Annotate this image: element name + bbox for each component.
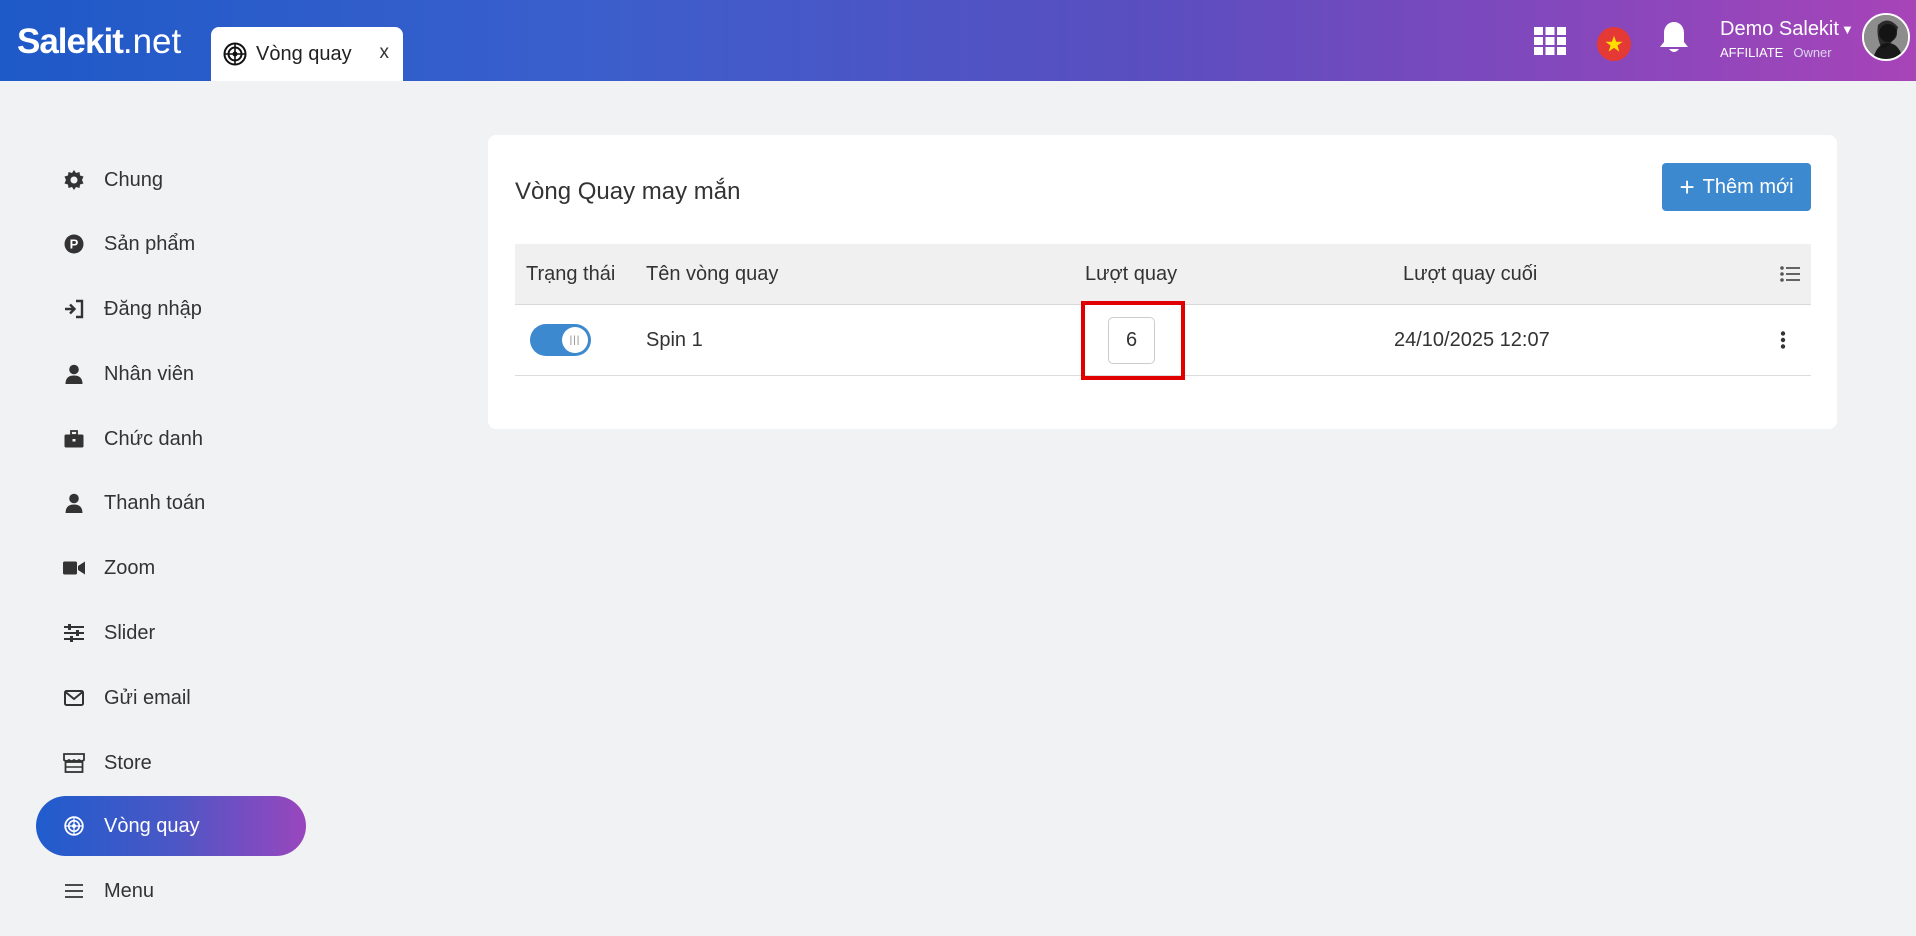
status-toggle[interactable]: ||| xyxy=(530,324,591,356)
sidebar-item-label: Nhân viên xyxy=(104,362,195,385)
logo-suffix-text: .net xyxy=(122,22,182,61)
status-cell: ||| xyxy=(530,305,591,375)
sidebar-item-vong-quay[interactable]: Vòng quay xyxy=(36,796,306,856)
spin-count-box[interactable]: 6 xyxy=(1108,316,1155,364)
wheel-icon xyxy=(63,815,85,837)
sidebar-item-label: Menu xyxy=(104,879,155,902)
spin-name[interactable]: Spin 1 xyxy=(646,305,703,375)
sidebar-item-store[interactable]: Store xyxy=(36,733,306,793)
tab-vong-quay[interactable]: Vòng quay x xyxy=(211,27,403,81)
caret-down-icon: ▼ xyxy=(1840,21,1854,37)
avatar-image xyxy=(1864,15,1908,59)
sidebar-item-label: Thanh toán xyxy=(104,491,206,514)
main-card: Vòng Quay may mắn + Thêm mới Trạng thái … xyxy=(488,135,1837,429)
bell-icon[interactable] xyxy=(1658,20,1690,56)
sidebar-item-dang-nhap[interactable]: Đăng nhập xyxy=(36,279,306,339)
col-header-last-spin: Lượt quay cuối xyxy=(1403,262,1538,285)
spins-cell: 6 xyxy=(1108,305,1155,375)
col-header-spins: Lượt quay xyxy=(1085,262,1178,285)
store-icon xyxy=(63,752,85,774)
add-new-button[interactable]: + Thêm mới xyxy=(1662,163,1811,211)
sidebar-item-label: Chung xyxy=(104,168,163,191)
avatar[interactable] xyxy=(1862,13,1910,61)
sidebar-item-menu[interactable]: Menu xyxy=(36,861,306,921)
sidebar-item-zoom[interactable]: Zoom xyxy=(36,538,306,598)
svg-text:P: P xyxy=(70,237,79,252)
sidebar-item-label: Sản phẩm xyxy=(104,232,196,255)
last-spin-time: 24/10/2025 12:07 xyxy=(1394,328,1550,351)
logo-main-text: Salekit xyxy=(17,22,124,61)
envelope-icon xyxy=(63,687,85,709)
column-settings-icon[interactable] xyxy=(1780,244,1800,304)
user-name-row: Demo Salekit ▼ xyxy=(1720,16,1854,43)
sidebar-item-thanh-toan[interactable]: Thanh toán xyxy=(36,473,306,533)
briefcase-icon xyxy=(63,428,85,450)
hamburger-icon xyxy=(63,880,85,902)
sidebar-item-label: Zoom xyxy=(104,556,156,579)
vietnam-flag-icon[interactable] xyxy=(1597,27,1631,61)
wheel-icon xyxy=(223,42,247,66)
sidebar-item-label: Gửi email xyxy=(104,686,191,709)
add-new-label: Thêm mới xyxy=(1702,175,1794,198)
gear-icon xyxy=(63,169,85,191)
sidebar-item-chuc-danh[interactable]: Chức danh xyxy=(36,409,306,469)
user-name: Demo Salekit xyxy=(1720,18,1839,40)
sidebar-item-nhan-vien[interactable]: Nhân viên xyxy=(36,344,306,404)
user-menu[interactable]: Demo Salekit ▼ AFFILIATE Owner xyxy=(1720,16,1854,63)
apps-grid-icon[interactable] xyxy=(1534,27,1566,55)
col-header-status: Trạng thái xyxy=(526,262,616,285)
table-header: Trạng thái Tên vòng quay Lượt quay Lượt … xyxy=(515,244,1811,305)
page-title: Vòng Quay may mắn xyxy=(515,178,741,205)
video-camera-icon xyxy=(63,557,85,579)
user-icon xyxy=(63,363,85,385)
sidebar-item-chung[interactable]: Chung xyxy=(36,150,306,210)
sliders-icon xyxy=(63,622,85,644)
sidebar-item-label: Đăng nhập xyxy=(104,297,202,320)
sidebar-item-slider[interactable]: Slider xyxy=(36,603,306,663)
product-p-icon: P xyxy=(63,233,85,255)
toggle-knob-icon: ||| xyxy=(562,327,588,353)
sidebar-item-label: Store xyxy=(104,751,152,774)
top-header: Salekit.net Vòng quay x Demo Salekit ▼ AF… xyxy=(0,0,1916,81)
sidebar-item-gui-email[interactable]: Gửi email xyxy=(36,668,306,728)
salekit-logo[interactable]: Salekit.net xyxy=(17,22,181,62)
sidebar-item-san-pham[interactable]: P Sản phẩm xyxy=(36,214,306,274)
col-header-name: Tên vòng quay xyxy=(646,262,779,285)
star-icon xyxy=(1605,35,1623,52)
row-actions-icon[interactable] xyxy=(1780,305,1786,375)
spin-table: Trạng thái Tên vòng quay Lượt quay Lượt … xyxy=(515,244,1811,376)
sidebar-item-label: Vòng quay xyxy=(104,814,200,837)
sidebar-item-label: Slider xyxy=(104,621,156,644)
plus-icon: + xyxy=(1679,172,1695,202)
table-row: ||| Spin 1 6 24/10/2025 12:07 xyxy=(515,305,1811,376)
user-sub-row: AFFILIATE Owner xyxy=(1720,43,1854,63)
sidebar-item-label: Chức danh xyxy=(104,427,204,450)
tab-label: Vòng quay xyxy=(256,42,352,65)
user-role: Owner xyxy=(1793,44,1832,60)
tab-close-button[interactable]: x xyxy=(380,42,390,64)
user-icon xyxy=(63,492,85,514)
user-type: AFFILIATE xyxy=(1720,44,1784,60)
sign-in-icon xyxy=(63,298,85,320)
